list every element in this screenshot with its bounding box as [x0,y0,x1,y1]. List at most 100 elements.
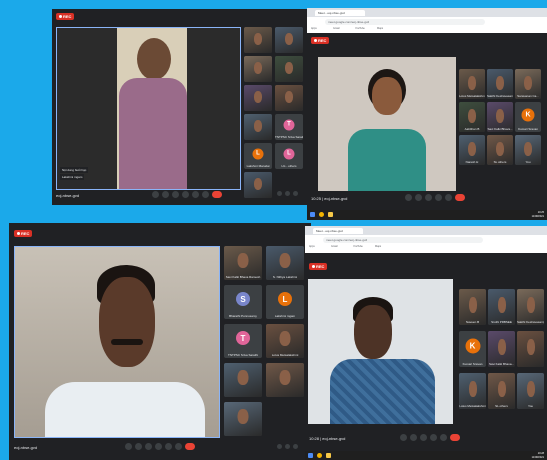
participant-tile[interactable]: Lotus Metsalakshmi [459,373,486,409]
participant-figure [285,61,293,74]
present-button[interactable] [430,434,437,441]
more-options-button[interactable] [175,443,182,450]
present-button[interactable] [165,443,172,450]
participant-tile[interactable]: Savi Kalki Bhava... [487,102,513,132]
main-speaker-video[interactable] [14,246,220,438]
end-call-button[interactable] [450,434,460,441]
participant-tile[interactable]: S. Nithya Lakshmi [266,246,304,280]
taskbar-clock: 10:28 11/08/2021 [531,452,544,459]
participant-tile[interactable]: K Kumari Sravan [515,102,541,132]
camera-button[interactable] [135,443,142,450]
folder-icon[interactable] [328,212,333,217]
bookmark-item[interactable]: YouTube [355,27,365,30]
mic-button[interactable] [125,443,132,450]
participant-tile[interactable]: Sakthi Keshavasamy [487,69,513,99]
start-icon[interactable] [308,453,313,458]
participant-tile[interactable] [244,172,272,198]
main-speaker-video[interactable] [308,279,453,424]
bookmark-item[interactable]: Apps [309,245,315,248]
captions-button[interactable] [145,443,152,450]
mic-button[interactable] [152,191,159,198]
participant-tile[interactable]: Savi Kalki Bhava Ramesh [224,246,262,280]
end-call-button[interactable] [212,191,222,198]
participant-tile[interactable]: K Kumari Sravan [459,331,486,367]
participant-tile[interactable] [517,331,544,367]
participant-tile[interactable] [224,402,262,436]
raise-hand-button[interactable] [182,191,189,198]
participant-tile[interactable] [275,27,303,53]
camera-button[interactable] [410,434,417,441]
main-speaker-video[interactable] [318,57,456,191]
more-options-button[interactable] [202,191,209,198]
more-options-button[interactable] [440,434,447,441]
participant-figure [279,331,291,347]
camera-button[interactable] [162,191,169,198]
participant-tile[interactable] [244,85,272,111]
bookmark-item[interactable]: Maps [375,245,381,248]
captions-button[interactable] [172,191,179,198]
participant-video [517,331,544,367]
main-speaker-video[interactable]: Nội dung buổi họp Lakshmi mgam [56,27,241,190]
participant-tile[interactable]: Sakthi Keshavasamy [517,289,544,325]
chrome-icon[interactable] [319,212,324,217]
browser-tab[interactable]: Meet - eoj-nbse-gvd [313,228,363,234]
captions-button[interactable] [425,194,432,201]
present-button[interactable] [192,191,199,198]
people-button[interactable] [285,191,290,196]
participant-tile[interactable]: Savi Kalki Bhava... [488,331,515,367]
participant-tile[interactable]: Saravanan Ca... [515,69,541,99]
bookmark-item[interactable]: Apps [311,27,317,30]
camera-button[interactable] [415,194,422,201]
participant-tile[interactable]: Sruthi PRBSEE [488,289,515,325]
chat-button[interactable] [293,191,298,196]
participant-tile[interactable]: You [515,135,541,165]
participant-tile[interactable] [224,363,262,397]
mic-button[interactable] [400,434,407,441]
participant-tile[interactable]: S Bharathi Ponnusamy [224,285,262,319]
participant-tile[interactable]: SL others [488,373,515,409]
participant-tile[interactable] [244,27,272,53]
end-call-button[interactable] [185,443,195,450]
participant-avatar: K [521,108,535,122]
more-options-button[interactable] [445,194,452,201]
bookmark-item[interactable]: Maps [377,27,383,30]
info-button[interactable] [277,444,282,449]
captions-button[interactable] [420,434,427,441]
participant-tile[interactable]: Naresh H [459,135,485,165]
participant-tile[interactable]: L LG - others [275,143,303,169]
participant-tile[interactable]: Naveen B [459,289,486,325]
bookmark-item[interactable]: Gmail [333,27,340,30]
participant-tile[interactable]: You [517,373,544,409]
raise-hand-button[interactable] [155,443,162,450]
chat-button[interactable] [293,444,298,449]
participant-tile[interactable]: T TNTPSC Sriva Sarathi [275,114,303,140]
address-bar[interactable]: meet.google.com/eoj-nbse-gvd [323,237,483,243]
participant-tile[interactable] [275,85,303,111]
participant-tile[interactable]: SL others [487,135,513,165]
browser-tab[interactable]: Meet - eoj-nbse-gvd [315,10,365,16]
chrome-icon[interactable] [317,453,322,458]
participant-tile[interactable]: Lotus Metsalakshmi [459,69,485,99]
participant-tile[interactable] [275,56,303,82]
folder-icon[interactable] [326,453,331,458]
bookmark-item[interactable]: Gmail [331,245,338,248]
start-icon[interactable] [310,212,315,217]
people-button[interactable] [285,444,290,449]
participant-tile[interactable] [244,56,272,82]
present-button[interactable] [435,194,442,201]
participant-tile[interactable]: L Lakshmi mgam [266,285,304,319]
participant-tile[interactable]: Aabithan B [459,102,485,132]
participant-tile[interactable]: Lotus Metsalakshmi [266,324,304,358]
info-button[interactable] [277,191,282,196]
participant-tile[interactable]: L Lakshmi Marudai [244,143,272,169]
participant-figure [468,108,476,123]
mic-button[interactable] [405,194,412,201]
participant-tile[interactable] [266,363,304,397]
bookmark-item[interactable]: YouTube [353,245,363,248]
end-call-button[interactable] [455,194,465,201]
participant-tile[interactable]: T TNTPSC Sriva Sarathi [224,324,262,358]
participant-tile[interactable] [244,114,272,140]
call-controls [152,191,222,198]
address-bar[interactable]: meet.google.com/eoj-nbse-gvd [325,19,485,25]
participant-avatar: L [278,292,292,307]
